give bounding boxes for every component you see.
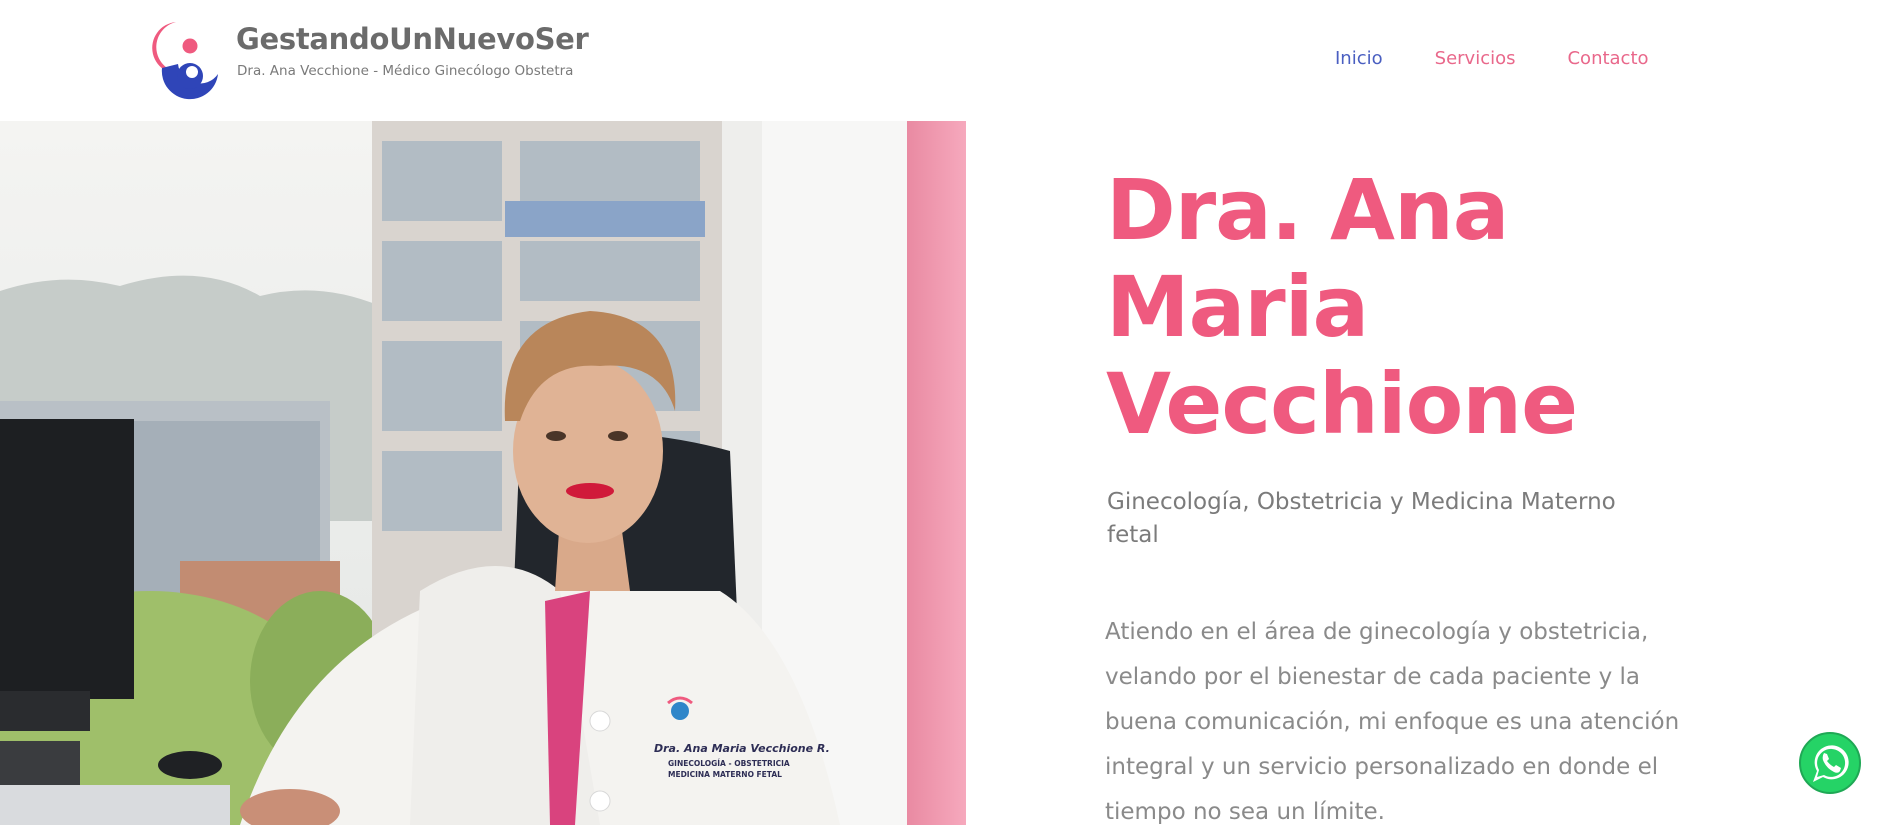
hero-subtitle: Ginecología, Obstetricia y Medicina Mate… <box>1107 489 1616 548</box>
brand-title[interactable]: GestandoUnNuevoSer <box>236 22 589 56</box>
coat-embroidery-line1: GINECOLOGÍA - OBSTETRICIA <box>668 759 790 768</box>
nav-item-servicios[interactable]: Servicios <box>1435 48 1516 69</box>
mother-baby-logo-icon[interactable] <box>148 20 220 100</box>
coat-embroidery-line2: MEDICINA MATERNO FETAL <box>668 770 782 779</box>
whatsapp-icon <box>1799 732 1861 794</box>
hero-photo: Dra. Ana Maria Vecchione R. GINECOLOGÍA … <box>0 121 966 825</box>
coat-embroidery-name: Dra. Ana Maria Vecchione R. <box>654 742 830 755</box>
nav-item-inicio[interactable]: Inicio <box>1335 48 1383 69</box>
whatsapp-button[interactable] <box>1797 730 1863 796</box>
hero-name: Dra. Ana Maria Vecchione <box>1106 161 1578 453</box>
brand-subtitle: Dra. Ana Vecchione - Médico Ginecólogo O… <box>237 63 574 79</box>
nav-item-contacto[interactable]: Contacto <box>1567 48 1648 69</box>
site-header: GestandoUnNuevoSer Dra. Ana Vecchione - … <box>0 0 1896 120</box>
hero-description: Atiendo en el área de ginecología y obst… <box>1105 619 1680 825</box>
main-nav: Inicio Servicios Contacto <box>1335 48 1701 69</box>
